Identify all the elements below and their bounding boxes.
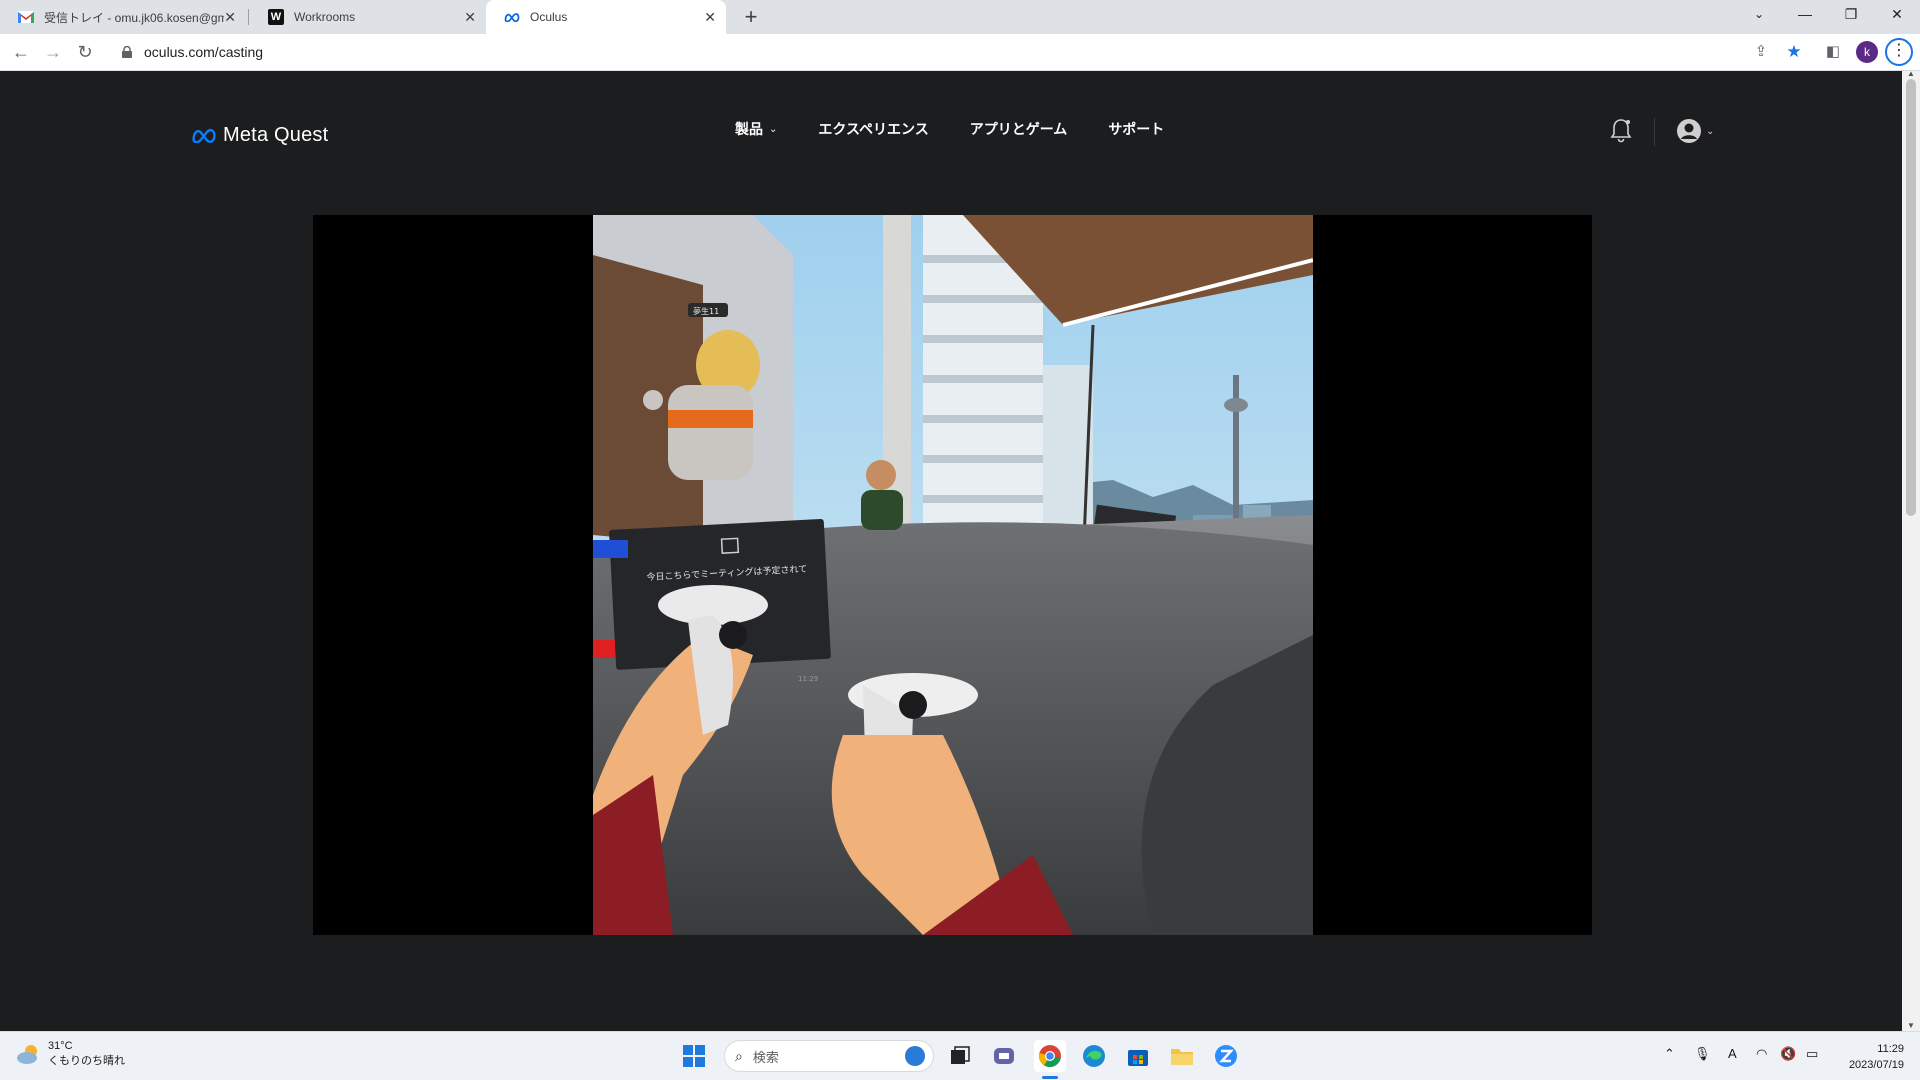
scroll-thumb[interactable]	[1906, 79, 1916, 516]
clock-date: 2023/07/19	[1848, 1059, 1904, 1071]
bing-icon	[905, 1046, 925, 1066]
tab-title: 受信トレイ - omu.jk06.kosen@gm	[44, 10, 224, 25]
taskbar-clock[interactable]: 11:29 2023/07/19	[1838, 1041, 1904, 1073]
battery-icon[interactable]: ▭	[1806, 1046, 1818, 1062]
new-tab-button[interactable]: +	[738, 4, 764, 30]
taskbar-search[interactable]: ⌕ 検索	[724, 1040, 934, 1072]
browser-menu-button[interactable]: ⋮	[1885, 38, 1913, 66]
header-divider	[1654, 118, 1655, 146]
nav-experiences[interactable]: エクスペリエンス	[818, 119, 928, 139]
search-icon: ⌕	[735, 1047, 743, 1064]
account-icon	[1677, 119, 1701, 143]
meta-logo-icon	[192, 128, 216, 143]
folder-icon	[1171, 1049, 1193, 1065]
edge-taskbar-button[interactable]	[1078, 1040, 1110, 1072]
account-menu[interactable]: ⌄	[1676, 118, 1714, 144]
nav-label: サポート	[1108, 121, 1165, 137]
workrooms-icon: W	[268, 9, 284, 25]
share-icon[interactable]: ⇪	[1748, 39, 1774, 65]
side-panel-icon[interactable]: ◧	[1820, 39, 1846, 65]
chrome-icon	[1038, 1045, 1061, 1068]
teams-chat-icon	[994, 1048, 1014, 1064]
tab-title: Workrooms	[294, 10, 356, 24]
start-button[interactable]	[678, 1040, 710, 1072]
teams-chat-button[interactable]	[988, 1040, 1020, 1072]
lock-icon	[122, 46, 132, 58]
edge-icon	[1083, 1045, 1105, 1067]
store-taskbar-button[interactable]	[1122, 1040, 1154, 1072]
page-scrollbar[interactable]: ▲ ▼	[1902, 69, 1920, 1031]
wifi-icon[interactable]: ◠	[1756, 1046, 1767, 1062]
minimize-button[interactable]: —	[1782, 0, 1828, 30]
close-tab-icon[interactable]: ✕	[224, 9, 236, 26]
meta-icon	[504, 13, 520, 22]
tab-title: Oculus	[530, 10, 568, 24]
controller-time: 11:29	[798, 675, 818, 683]
main-nav: 製品 ⌄ エクスペリエンス アプリとゲーム サポート	[735, 119, 1205, 139]
cloudy-sun-icon	[17, 1045, 37, 1064]
browser-toolbar: ← → ↻ oculus.com/casting ⇪ ★ ◧	[0, 34, 1920, 71]
nav-label: エクスペリエンス	[818, 121, 929, 137]
microsoft-store-icon	[1128, 1050, 1148, 1066]
nav-products[interactable]: 製品 ⌄	[735, 119, 777, 139]
forward-button[interactable]: →	[40, 39, 66, 65]
task-view-icon	[951, 1046, 970, 1064]
profile-avatar[interactable]: k	[1856, 41, 1878, 63]
close-window-button[interactable]: ✕	[1874, 0, 1920, 30]
back-button[interactable]: ←	[8, 39, 34, 65]
close-tab-icon[interactable]: ✕	[704, 9, 716, 26]
show-hidden-icons-chevron[interactable]: ⌃	[1664, 1046, 1675, 1062]
url-text: oculus.com/casting	[144, 44, 264, 60]
task-view-button[interactable]	[944, 1040, 976, 1072]
vr-scene: 今日こちらでミーティングは予定されて 夢生11 11:29	[593, 215, 1313, 935]
active-app-indicator	[1042, 1076, 1058, 1079]
nav-label: 製品	[735, 121, 763, 137]
weather-widget[interactable]: 31°C くもりのち晴れ	[16, 1040, 125, 1068]
weather-temp: 31°C	[48, 1040, 73, 1052]
clock-time: 11:29	[1877, 1043, 1904, 1055]
search-placeholder: 検索	[752, 1049, 779, 1065]
browser-tab-strip: 受信トレイ - omu.jk06.kosen@gm ✕ W Workrooms …	[0, 0, 1920, 34]
microphone-icon[interactable]: 🎙	[1694, 1046, 1711, 1062]
windows-logo-icon	[683, 1045, 705, 1067]
tab-workrooms[interactable]: W Workrooms ✕	[250, 0, 486, 34]
tab-gmail[interactable]: 受信トレイ - omu.jk06.kosen@gm ✕	[0, 0, 246, 34]
windows-taskbar: 31°C くもりのち晴れ ⌕ 検索 ⌃ 🎙 A ◠ 🔇 ▭ 11:29 2023…	[0, 1031, 1920, 1080]
notification-bell-icon[interactable]	[1609, 117, 1633, 143]
meta-quest-logo[interactable]: Meta Quest	[191, 120, 328, 150]
scroll-up-arrow[interactable]: ▲	[1906, 69, 1916, 78]
ime-icon[interactable]: A	[1728, 1046, 1737, 1061]
weather-desc: くもりのち晴れ	[48, 1055, 125, 1067]
chevron-down-icon: ⌄	[769, 123, 778, 135]
file-explorer-taskbar-button[interactable]	[1166, 1040, 1198, 1072]
meta-quest-casting-page: Meta Quest 製品 ⌄ エクスペリエンス アプリとゲーム サポート ⌄	[0, 71, 1902, 1031]
vr-cast-frame: 今日こちらでミーティングは予定されて 夢生11 11:29	[593, 215, 1313, 935]
logo-text: Meta Quest	[223, 123, 329, 146]
tab-search-icon[interactable]: ⌄	[1736, 0, 1782, 30]
nav-support[interactable]: サポート	[1108, 119, 1164, 139]
speaker-muted-icon[interactable]: 🔇	[1780, 1046, 1796, 1062]
zoom-taskbar-button[interactable]	[1210, 1040, 1242, 1072]
zoom-icon	[1215, 1045, 1237, 1067]
close-tab-icon[interactable]: ✕	[464, 9, 476, 26]
scroll-down-arrow[interactable]: ▼	[1906, 1021, 1916, 1030]
tab-oculus[interactable]: Oculus ✕	[486, 0, 726, 34]
nav-apps-games[interactable]: アプリとゲーム	[970, 119, 1068, 139]
restore-button[interactable]: ❐	[1828, 0, 1874, 30]
avatar-nametag: 夢生11	[693, 306, 719, 316]
address-bar[interactable]: oculus.com/casting	[110, 38, 1770, 66]
reload-button[interactable]: ↻	[72, 39, 98, 65]
chrome-taskbar-button[interactable]	[1034, 1040, 1066, 1072]
nav-label: アプリとゲーム	[969, 121, 1068, 137]
casting-video-player[interactable]: 今日こちらでミーティングは予定されて 夢生11 11:29	[313, 215, 1592, 935]
chevron-down-icon: ⌄	[1706, 125, 1715, 137]
gmail-icon	[18, 11, 34, 23]
tab-separator	[248, 9, 249, 25]
bookmark-star-icon[interactable]: ★	[1781, 39, 1807, 65]
